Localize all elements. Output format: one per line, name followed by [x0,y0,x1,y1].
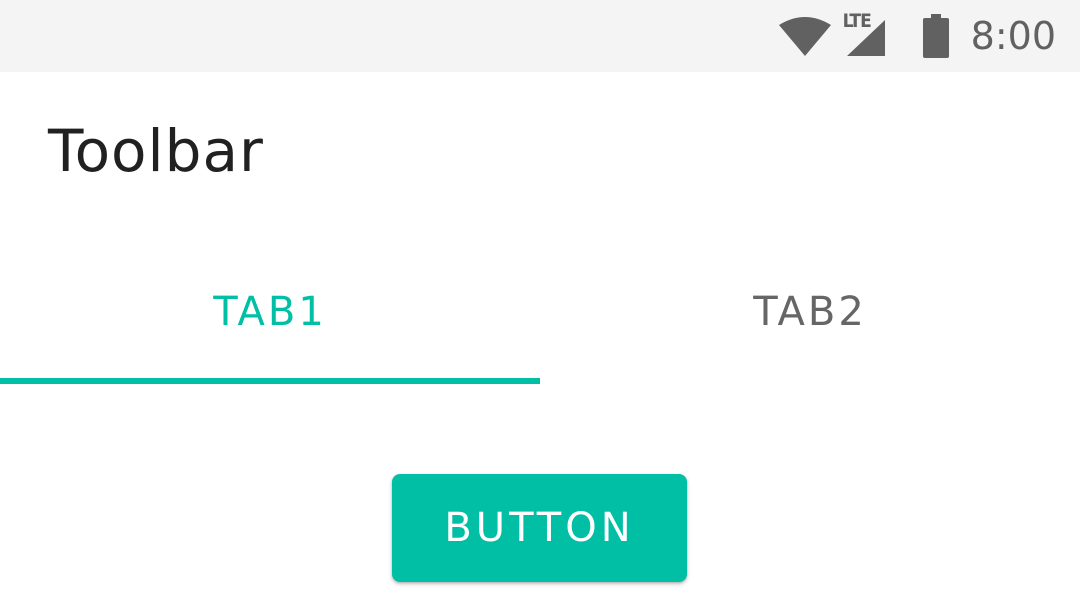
battery-icon [922,14,949,58]
status-clock: 8:00 [970,14,1056,58]
tab-1-label: TAB1 [213,289,327,335]
toolbar-title: Toolbar [48,117,264,185]
tab-1[interactable]: TAB1 [0,244,540,384]
main-button-label: BUTTON [444,505,635,551]
status-icons: LTE 8:00 [778,0,1056,72]
tab-2[interactable]: TAB2 [540,244,1080,384]
tab-indicator [0,378,540,384]
wifi-icon [778,17,831,56]
tab-2-label: TAB2 [753,289,867,335]
status-bar: LTE 8:00 [0,0,1080,72]
toolbar: Toolbar [0,72,1080,244]
signal-triangle-icon [846,20,885,56]
cellular-signal-icon: LTE [843,10,901,58]
tab-bar: TAB1 TAB2 [0,244,1080,384]
main-button[interactable]: BUTTON [392,474,687,582]
